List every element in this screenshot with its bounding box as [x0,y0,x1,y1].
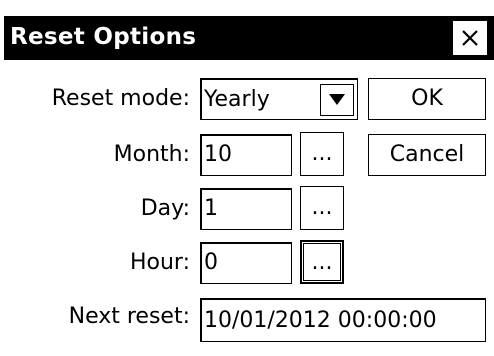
close-button[interactable] [452,20,488,56]
day-field[interactable]: 1 [200,188,292,230]
title-bar[interactable]: Reset Options [4,16,494,60]
reset-mode-select[interactable]: Yearly [200,78,358,120]
dialog-title: Reset Options [10,24,197,50]
hour-picker-button[interactable]: ... [300,240,344,284]
dropdown-arrow-button[interactable] [320,84,354,116]
day-label: Day: [140,196,190,221]
next-reset-label: Next reset: [68,304,190,329]
next-reset-field: 10/01/2012 00:00:00 [200,298,486,342]
month-label: Month: [113,142,190,167]
cancel-button[interactable]: Cancel [368,134,486,176]
month-picker-button[interactable]: ... [300,132,344,176]
month-field[interactable]: 10 [200,134,292,176]
hour-field[interactable]: 0 [200,242,292,284]
ok-button[interactable]: OK [368,78,486,120]
close-icon [462,30,478,46]
reset-options-dialog: Reset Options Reset mode: Yearly OK Mont… [0,0,494,356]
day-picker-button[interactable]: ... [300,186,344,230]
reset-mode-label: Reset mode: [51,86,190,111]
triangle-down-icon [329,94,345,105]
dialog-left-border [0,16,4,356]
hour-label: Hour: [129,250,190,275]
reset-mode-value: Yearly [204,87,270,112]
